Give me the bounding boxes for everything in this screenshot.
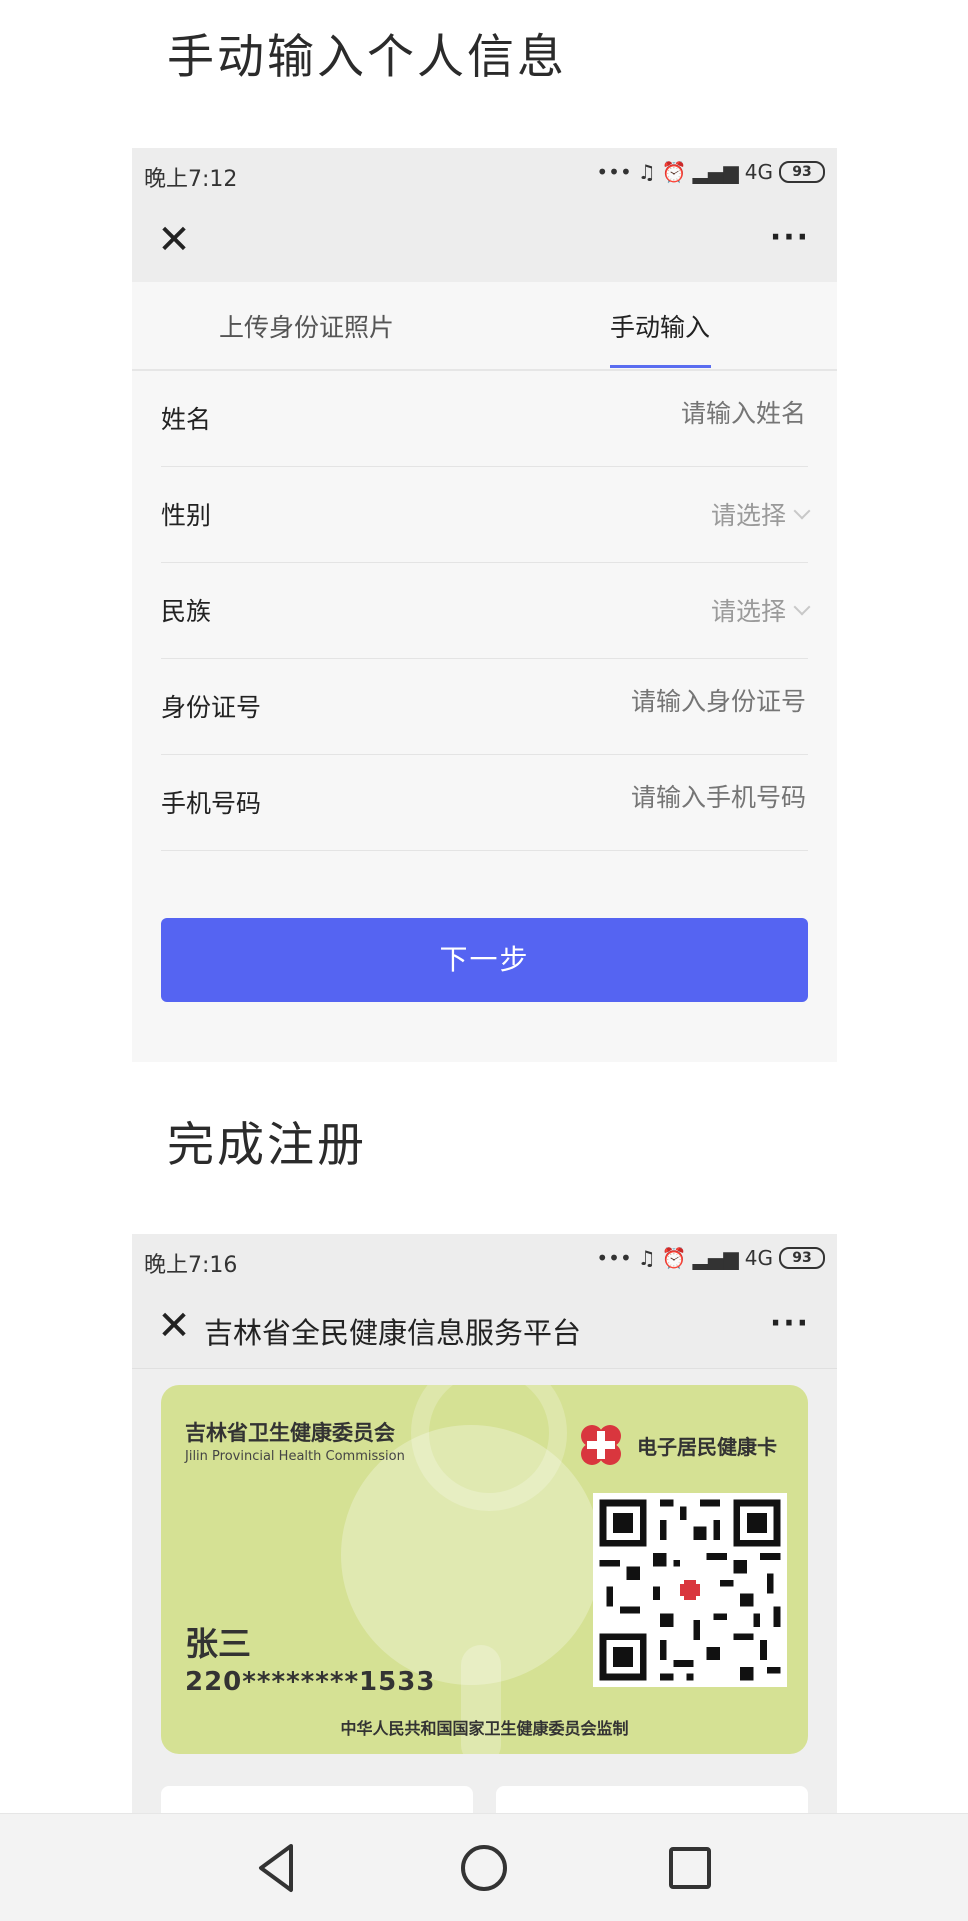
ethnicity-select[interactable]: 请选择 [710,592,811,628]
form-row-ethnicity: 民族 请选择 [161,562,811,659]
phone-screenshot-health-card: 晚上7:16 ••• ♫ ⏰ ▂▄▆ 4G 93 ✕ 吉林省全民健康信息服务平台… [132,1234,837,1813]
status-icons: ••• ♫ ⏰ ▂▄▆ 4G 93 [596,1246,825,1270]
function-card-right[interactable] [496,1786,808,1813]
dots-icon: ••• [596,1246,632,1270]
form-row-id-number: 身份证号 [161,658,808,755]
card-brand: 电子居民健康卡 [637,1435,777,1459]
signal-icon: ▂▄▆ [692,1246,739,1270]
signal-icon: ▂▄▆ [692,160,739,184]
id-number-label: 身份证号 [161,693,262,722]
battery-icon: 93 [779,1247,825,1269]
dots-icon: ••• [596,160,632,184]
name-label: 姓名 [161,405,212,434]
card-issuer-cn: 吉林省卫生健康委员会 [185,1421,395,1445]
qr-code[interactable] [593,1493,787,1687]
id-number-input[interactable] [504,686,808,717]
card-footer: 中华人民共和国国家卫生健康委员会监制 [340,1719,629,1738]
card-id-number: 220********1533 [185,1667,436,1697]
section-title-registration-complete: 完成注册 [167,1118,367,1173]
phone-screenshot-registration-form: 晚上7:12 ••• ♫ ⏰ ▂▄▆ 4G 93 ✕ ··· 上传身份证照片 手… [132,148,837,1062]
network-type: 4G [744,1246,773,1270]
phone-input[interactable] [504,782,808,813]
battery-icon: 93 [779,161,825,183]
status-bar: 晚上7:16 ••• ♫ ⏰ ▂▄▆ 4G 93 [132,1234,837,1288]
tab-manual-input[interactable]: 手动输入 [610,308,710,344]
nav-bar: ✕ 吉林省全民健康信息服务平台 ··· [132,1288,837,1369]
gender-label: 性别 [161,501,212,530]
red-cross-logo-icon [581,1425,621,1465]
form-row-gender: 性别 请选择 [161,466,811,563]
system-nav-bar [0,1813,968,1921]
card-issuer-en: Jilin Provincial Health Commission [185,1449,405,1464]
alarm-icon: ⏰ [661,160,687,184]
headset-icon: ♫ [637,1246,656,1270]
status-icons: ••• ♫ ⏰ ▂▄▆ 4G 93 [596,160,825,184]
nav-title: 吉林省全民健康信息服务平台 [204,1316,582,1350]
close-icon[interactable]: ✕ [152,1304,196,1348]
ethnicity-label: 民族 [161,597,212,626]
section-title-manual-input: 手动输入个人信息 [167,30,567,85]
alarm-icon: ⏰ [661,1246,687,1270]
nav-bar: ✕ ··· [132,202,837,283]
function-card-left[interactable] [161,1786,473,1813]
form-row-name: 姓名 [161,370,808,467]
name-input[interactable] [504,398,808,429]
health-card[interactable]: 吉林省卫生健康委员会 Jilin Provincial Health Commi… [161,1385,808,1754]
network-type: 4G [744,160,773,184]
gender-select-value: 请选择 [710,501,786,530]
card-holder-name: 张三 [185,1624,251,1663]
headset-icon: ♫ [637,160,656,184]
status-bar: 晚上7:12 ••• ♫ ⏰ ▂▄▆ 4G 93 [132,148,837,202]
back-triangle-icon[interactable] [247,1838,307,1898]
tab-upload-id-photo[interactable]: 上传身份证照片 [219,308,394,344]
close-icon[interactable]: ✕ [152,218,196,262]
home-circle-icon[interactable] [454,1838,514,1898]
next-step-button[interactable]: 下一步 [161,918,808,1002]
form-row-phone: 手机号码 [161,754,808,851]
more-icon[interactable]: ··· [765,1304,815,1348]
status-time: 晚上7:12 [144,167,238,192]
chevron-down-icon [793,598,811,616]
chevron-down-icon [793,502,811,520]
gender-select[interactable]: 请选择 [710,496,811,532]
active-tab-indicator [610,365,711,368]
status-time: 晚上7:16 [144,1253,238,1278]
phone-label: 手机号码 [161,789,262,818]
more-icon[interactable]: ··· [765,218,815,262]
ethnicity-select-value: 请选择 [710,597,786,626]
input-mode-tabs: 上传身份证照片 手动输入 [132,282,837,371]
recents-square-icon[interactable] [660,1838,720,1898]
